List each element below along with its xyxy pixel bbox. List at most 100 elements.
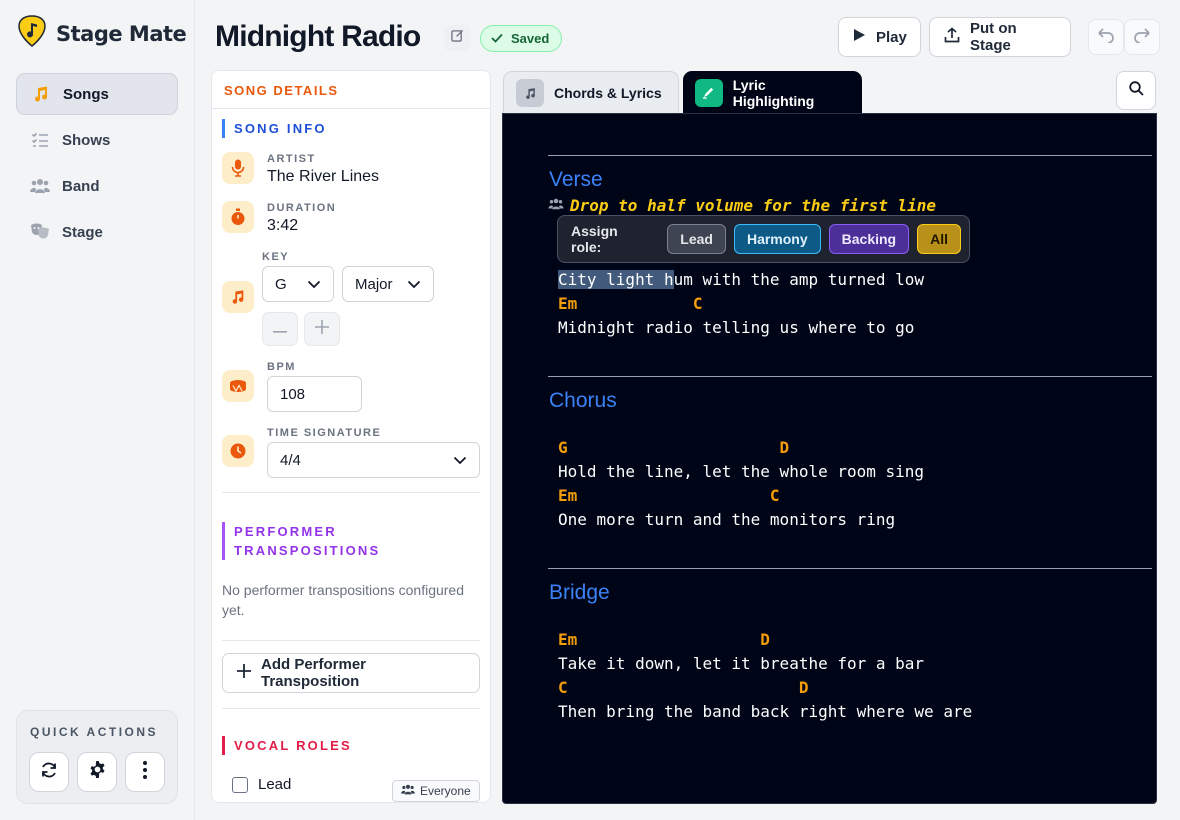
users-icon [548, 197, 564, 215]
artist-value[interactable]: The River Lines [267, 168, 379, 186]
lead-checkbox[interactable] [232, 776, 248, 793]
time-signature-select[interactable]: 4/4 [267, 442, 480, 478]
masks-icon [30, 222, 50, 242]
chord-line: Em C [558, 486, 780, 505]
chord-line: Em C [558, 294, 703, 313]
section-bridge-title: Bridge [549, 581, 610, 604]
transpose-up-button[interactable] [304, 312, 340, 346]
bpm-input[interactable]: 108 [267, 376, 362, 412]
vocal-roles-title: VOCAL ROLES [222, 736, 352, 755]
check-icon [491, 31, 503, 46]
users-icon [30, 176, 50, 196]
undo-button[interactable] [1088, 19, 1124, 55]
sidebar: Stage Mate Songs Shows Band Stage QUICK … [0, 0, 195, 820]
edit-title-button[interactable] [444, 25, 470, 51]
lyric-line[interactable]: Take it down, let it breathe for a bar [558, 654, 924, 673]
role-all-button[interactable]: All [917, 224, 961, 254]
key-value: G [275, 275, 287, 293]
quick-actions-title: QUICK ACTIONS [30, 725, 159, 739]
sidebar-item-shows[interactable]: Shows [16, 119, 178, 161]
role-backing-button[interactable]: Backing [828, 224, 910, 254]
lyric-line[interactable]: Then bring the band back right where we … [558, 702, 972, 721]
more-button[interactable] [125, 752, 165, 792]
song-info-title: SONG INFO [222, 119, 327, 138]
lyric-line[interactable]: One more turn and the monitors ring [558, 510, 895, 529]
assign-role-popover: Assign role: Lead Harmony Backing All [557, 215, 970, 263]
put-on-stage-label: Put on Stage [970, 20, 1017, 54]
refresh-button[interactable] [29, 752, 69, 792]
redo-icon [1133, 27, 1151, 48]
tab-label: Chords & Lyrics [554, 85, 662, 101]
performance-note: Drop to half volume for the first line [548, 196, 936, 215]
add-performer-transposition-button[interactable]: Add Performer Transposition [222, 653, 480, 693]
more-vertical-icon [142, 760, 148, 785]
everyone-badge[interactable]: Everyone [392, 780, 480, 802]
search-button[interactable] [1116, 71, 1156, 110]
clock-icon [222, 435, 254, 467]
role-harmony-button[interactable]: Harmony [733, 224, 821, 254]
bpm-label: BPM [267, 361, 296, 373]
music-note-icon [516, 79, 544, 107]
lyric-line[interactable]: Midnight radio telling us where to go [558, 318, 914, 337]
sidebar-item-songs[interactable]: Songs [16, 73, 178, 115]
guitar-pick-icon [18, 15, 46, 52]
play-label: Play [876, 28, 907, 46]
song-details-title: SONG DETAILS [212, 71, 490, 109]
lyric-line[interactable]: City light hum with the amp turned low [558, 270, 924, 289]
section-divider [548, 568, 1152, 569]
sidebar-nav: Songs Shows Band Stage [16, 73, 178, 257]
put-on-stage-button[interactable]: Put on Stage [929, 17, 1071, 57]
performer-transpositions-title: PERFORMER TRANSPOSITIONS [222, 522, 380, 560]
bpm-value: 108 [280, 385, 306, 403]
plus-icon [315, 319, 329, 339]
drum-icon [222, 370, 254, 402]
app-name: Stage Mate [56, 21, 187, 46]
lyric-line[interactable]: Hold the line, let the whole room sing [558, 462, 924, 481]
chevron-down-icon [307, 276, 321, 293]
performer-transpositions-title-line2: TRANSPOSITIONS [234, 543, 381, 558]
minus-icon [273, 320, 287, 338]
vocal-role-lead[interactable]: Lead [232, 776, 291, 793]
role-lead-button[interactable]: Lead [667, 224, 726, 254]
add-transposition-label: Add Performer Transposition [261, 656, 367, 690]
microphone-icon [222, 152, 254, 184]
duration-value[interactable]: 3:42 [267, 217, 298, 235]
sidebar-item-band[interactable]: Band [16, 165, 178, 207]
highlighted-selection[interactable]: City light h [558, 270, 674, 289]
key-select[interactable]: G [262, 266, 334, 302]
stopwatch-icon [222, 201, 254, 233]
mode-select[interactable]: Major [342, 266, 434, 302]
settings-button[interactable] [77, 752, 117, 792]
transpose-down-button[interactable] [262, 312, 298, 346]
everyone-label: Everyone [420, 784, 471, 798]
tab-chords-lyrics[interactable]: Chords & Lyrics [503, 71, 679, 114]
mode-value: Major [355, 275, 393, 293]
undo-icon [1097, 27, 1115, 48]
music-note-icon [31, 84, 51, 104]
page-title: Midnight Radio [215, 20, 421, 53]
assign-role-label: Assign role: [571, 223, 618, 255]
app-logo[interactable]: Stage Mate [18, 15, 187, 52]
sidebar-item-label: Shows [62, 131, 111, 149]
key-label: KEY [262, 251, 290, 263]
status-label: Saved [511, 31, 550, 46]
section-divider [548, 376, 1152, 377]
play-button[interactable]: Play [838, 17, 921, 57]
redo-button[interactable] [1124, 19, 1160, 55]
highlighter-icon [695, 78, 723, 107]
sidebar-item-label: Songs [63, 85, 109, 103]
lyric-text: um with the amp turned low [673, 270, 925, 289]
refresh-icon [40, 761, 58, 784]
divider [222, 492, 480, 493]
plus-icon [237, 664, 251, 682]
sidebar-item-stage[interactable]: Stage [16, 211, 178, 253]
music-note-icon [222, 281, 254, 313]
sidebar-item-label: Band [62, 177, 100, 195]
sidebar-item-label: Stage [62, 223, 103, 241]
transpositions-empty-text: No performer transpositions configured y… [222, 582, 465, 618]
performer-transpositions-title-line1: PERFORMER [234, 524, 337, 539]
users-icon [401, 784, 415, 798]
tab-lyric-highlighting[interactable]: Lyric Highlighting [683, 71, 862, 114]
lead-label: Lead [258, 776, 292, 793]
artist-label: ARTIST [267, 153, 316, 165]
